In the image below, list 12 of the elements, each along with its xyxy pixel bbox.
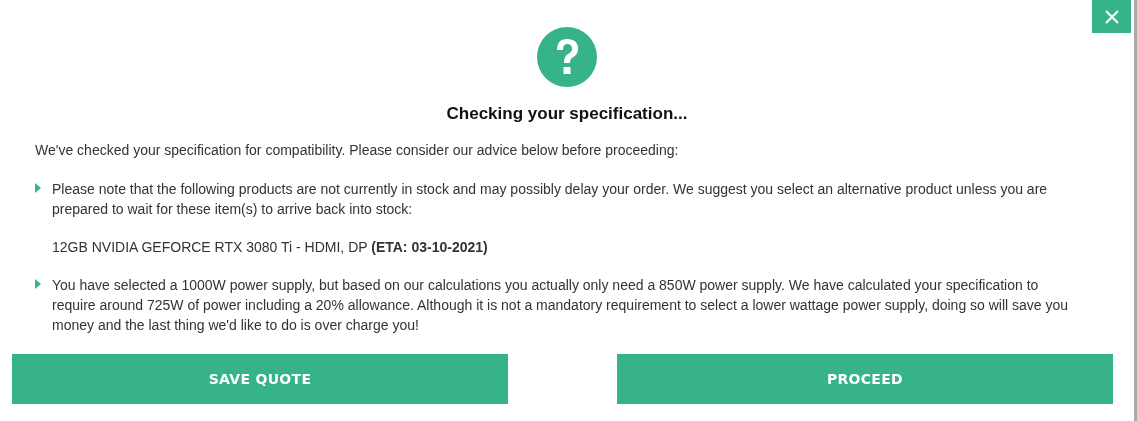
close-button[interactable] [1092, 0, 1131, 33]
close-icon [1104, 9, 1119, 24]
product-line: 12GB NVIDIA GEFORCE RTX 3080 Ti - HDMI, DP (ETA: 03-10-2021) [52, 238, 489, 257]
save-quote-button[interactable]: SAVE QUOTE [12, 354, 508, 404]
bullet-icon [35, 183, 41, 193]
proceed-button[interactable]: PROCEED [617, 354, 1113, 404]
bullet-icon [35, 279, 41, 289]
intro-text: We've checked your specification for compatibility. Please consider our advice below before proceeding: [35, 141, 680, 160]
question-icon [537, 27, 597, 87]
notice-text: You have selected a 1000W power supply, but based on our calculations you actually only need a 850W power supply. We have calculated your specification to require around 725W of power including a 20% allowance. Although it is not a mandatory requirement to select a lower wattage power supply, doing so will save you money and the last thing we'd like to do is over charge you! [52, 276, 1070, 335]
notice-text: Please note that the following products are not currently in stock and may possibly delay your order. We suggest you select an alternative product unless you are prepared to wait for these item(s) to arrive back into stock: [52, 180, 1049, 219]
dialog-title: Checking your specification... [445, 103, 689, 125]
